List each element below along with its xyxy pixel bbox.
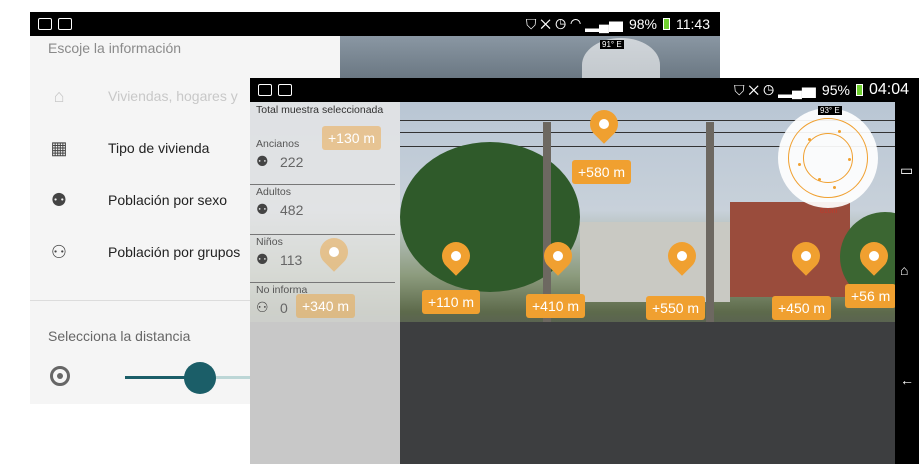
separator <box>250 282 395 283</box>
radar <box>778 108 878 208</box>
distance-slider-thumb[interactable] <box>184 362 216 394</box>
image-icon <box>278 84 292 96</box>
house-icon: ⌂ <box>53 85 65 106</box>
clock: 11:43 <box>676 16 710 32</box>
people-gender-icon: ⚉ <box>50 189 68 210</box>
menu-item-label: Población por sexo <box>108 192 228 208</box>
distance-label[interactable]: +340 m <box>296 294 356 318</box>
building <box>730 202 850 297</box>
stat-value: 482 <box>280 201 304 218</box>
battery-icon <box>663 18 670 30</box>
menu-title: Escoje la información <box>48 40 182 56</box>
distance-title: Selecciona la distancia <box>48 328 191 344</box>
status-bar: ⛉ ✕ ◷ ▂▄▆ 95% 04:04 <box>250 78 919 102</box>
distance-label[interactable]: +580 m <box>572 160 632 184</box>
stats-panel: Total muestra seleccionada Ancianos ⚉ 22… <box>250 102 400 464</box>
distance-label[interactable]: +130 m <box>322 126 382 150</box>
battery-level: 95% <box>821 82 850 98</box>
unknown-people-icon: ⚇ <box>256 299 269 315</box>
stat-value: 222 <box>280 153 304 170</box>
adults-icon: ⚉ <box>256 201 269 217</box>
menu-item-label: Población por grupos <box>108 244 241 260</box>
children-icon: ⚉ <box>256 251 269 267</box>
distance-label[interactable]: +450 m <box>772 296 832 320</box>
status-icons: ⛉ ✕ ◷ ▂▄▆ <box>733 81 816 98</box>
menu-item-label: Tipo de vivienda <box>108 140 210 156</box>
distance-label[interactable]: +550 m <box>646 296 706 320</box>
building-icon: ▦ <box>50 137 68 158</box>
battery-level: 98% <box>628 16 657 32</box>
status-icons: ⛉ ✕ ◷ ◠ ▂▄▆ <box>525 15 623 32</box>
utility-pole <box>543 122 551 322</box>
distance-label[interactable]: +56 m <box>845 284 897 308</box>
stat-value: 0 <box>280 299 288 316</box>
radius-icon <box>50 366 70 386</box>
people-groups-icon: ⚇ <box>50 241 68 262</box>
status-bar: ⛉ ✕ ◷ ◠ ▂▄▆ 98% 11:43 <box>30 12 720 36</box>
separator <box>250 184 395 185</box>
android-nav-bar: ▭ ⌂ ← <box>895 102 919 464</box>
home-icon[interactable]: ⌂ <box>900 262 916 278</box>
distance-label[interactable]: +410 m <box>526 294 586 318</box>
back-icon[interactable]: ← <box>900 372 916 388</box>
recent-apps-icon[interactable]: ▭ <box>900 162 916 178</box>
notification-icon <box>258 84 272 96</box>
battery-icon <box>855 84 863 96</box>
separator <box>250 234 395 235</box>
compass-heading: 93° E <box>818 106 842 115</box>
menu-item-label: Viviendas, hogares y <box>108 88 238 104</box>
utility-pole <box>706 122 714 322</box>
clock: 04:04 <box>868 81 909 98</box>
stat-label: Adultos <box>256 186 292 198</box>
stat-group-adultos: Adultos ⚉ 482 <box>256 186 396 218</box>
distance-label[interactable]: +110 m <box>422 290 481 314</box>
ar-screen: ⛉ ✕ ◷ ▂▄▆ 95% 04:04 +580 m +110 m +410 m <box>250 78 919 464</box>
screenshot-composite: ⛉ ✕ ◷ ◠ ▂▄▆ 98% 11:43 91° E Escoje la in… <box>0 0 919 466</box>
radar-range: 610m <box>820 208 838 215</box>
image-icon <box>58 18 72 30</box>
panel-title: Total muestra seleccionada <box>256 104 384 116</box>
notification-icon <box>38 18 52 30</box>
compass-heading: 91° E <box>600 40 624 49</box>
elderly-icon: ⚉ <box>256 153 269 169</box>
stat-value: 113 <box>280 251 303 268</box>
